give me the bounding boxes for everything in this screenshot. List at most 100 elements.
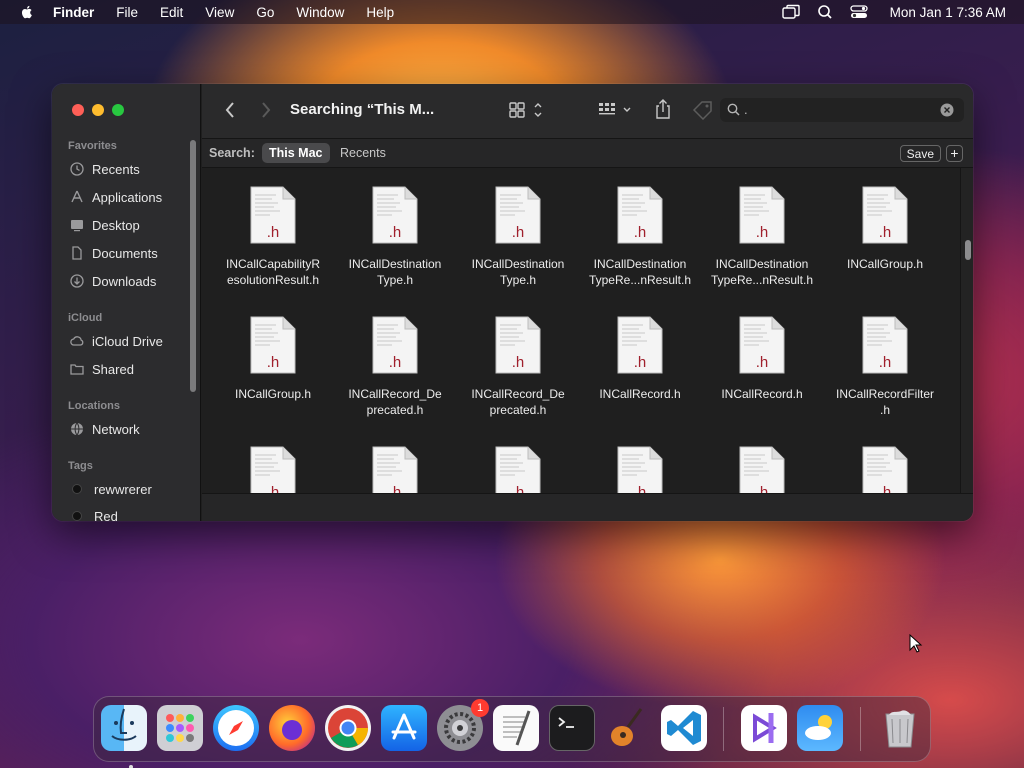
save-search-button[interactable]: Save bbox=[899, 145, 941, 162]
file-extension-label: .h bbox=[267, 484, 280, 493]
dock-weather-icon[interactable] bbox=[797, 705, 843, 751]
view-mode-grid-icon[interactable] bbox=[509, 101, 545, 119]
add-criteria-button[interactable]: + bbox=[946, 145, 963, 162]
toolbar: Searching “This M... . bbox=[202, 84, 973, 138]
sidebar-scrollbar[interactable] bbox=[190, 140, 196, 392]
search-scope-bar: Search: This Mac Recents Save + bbox=[202, 138, 973, 168]
desktop-icon bbox=[71, 220, 83, 232]
sidebar-item-network[interactable]: Network bbox=[70, 419, 140, 439]
dock-chrome-icon[interactable] bbox=[325, 705, 371, 751]
file-extension-label: .h bbox=[512, 224, 525, 241]
file-grid-scrollbar[interactable] bbox=[960, 168, 973, 493]
applications-icon bbox=[71, 190, 83, 203]
menu-app-name[interactable]: Finder bbox=[53, 5, 94, 20]
minimize-button[interactable] bbox=[92, 104, 104, 116]
dock-launchpad-icon[interactable] bbox=[157, 705, 203, 751]
file-name: INCallRecord_De precated.h bbox=[335, 386, 455, 418]
dock-visual-studio-icon[interactable] bbox=[741, 705, 787, 751]
share-icon[interactable] bbox=[654, 98, 672, 120]
sidebar-item-applications[interactable]: Applications bbox=[70, 187, 162, 207]
sidebar-item-label: iCloud Drive bbox=[92, 333, 163, 349]
file-extension-label: .h bbox=[512, 354, 525, 371]
scope-recents-button[interactable]: Recents bbox=[333, 143, 393, 163]
sidebar-item-label: Applications bbox=[92, 189, 163, 205]
menu-help[interactable]: Help bbox=[366, 5, 394, 20]
control-center-icon[interactable] bbox=[850, 4, 868, 20]
file-name-line: TypeRe...nResult.h bbox=[710, 273, 814, 287]
dock-terminal-icon[interactable] bbox=[549, 705, 595, 751]
header-file-icon: .h bbox=[495, 186, 541, 244]
sidebar-tag-red[interactable]: Red bbox=[70, 506, 118, 521]
dock-finder-icon[interactable] bbox=[101, 705, 147, 768]
sidebar-item-label: Recents bbox=[92, 161, 140, 177]
dock-safari-icon[interactable] bbox=[213, 705, 259, 751]
file-extension-label: .h bbox=[634, 484, 647, 493]
cloud-icon bbox=[70, 336, 84, 346]
dock-trash-icon[interactable] bbox=[877, 705, 923, 751]
file-name: INCallRecord_De precated.h bbox=[458, 386, 578, 418]
file-extension-label: .h bbox=[389, 484, 402, 493]
file-extension-label: .h bbox=[879, 354, 892, 371]
menu-view[interactable]: View bbox=[205, 5, 234, 20]
document-icon bbox=[72, 246, 82, 260]
sidebar-item-label: Documents bbox=[92, 245, 158, 261]
header-file-icon: .h bbox=[372, 446, 418, 493]
sidebar-section-tags: Tags bbox=[68, 460, 93, 472]
sidebar-section-locations: Locations bbox=[68, 400, 120, 412]
file-extension-label: .h bbox=[879, 224, 892, 241]
file-name-line: INCallDestination bbox=[715, 257, 809, 271]
clear-search-icon[interactable] bbox=[940, 103, 954, 117]
dock-system-settings-icon[interactable]: 1 bbox=[437, 699, 489, 751]
dock-app-store-icon[interactable] bbox=[381, 705, 427, 751]
forward-button[interactable] bbox=[260, 101, 272, 119]
file-name-line: precated.h bbox=[489, 403, 547, 417]
apple-icon[interactable] bbox=[19, 4, 35, 20]
menu-clock[interactable]: Mon Jan 1 7:36 AM bbox=[890, 5, 1006, 20]
file-name: INCallDestination Type.h bbox=[335, 256, 455, 288]
file-name-line: esolutionResult.h bbox=[226, 273, 320, 287]
chrome-icon bbox=[328, 708, 368, 748]
file-extension-label: .h bbox=[756, 354, 769, 371]
sidebar-item-documents[interactable]: Documents bbox=[70, 243, 158, 263]
file-name-line: Type.h bbox=[499, 273, 537, 287]
close-button[interactable] bbox=[72, 104, 84, 116]
back-button[interactable] bbox=[224, 101, 236, 119]
header-file-icon: .h bbox=[495, 316, 541, 374]
screen-mirroring-icon[interactable] bbox=[781, 4, 800, 20]
dock-garageband-icon[interactable] bbox=[605, 705, 651, 751]
sidebar-item-desktop[interactable]: Desktop bbox=[70, 215, 140, 235]
sidebar-item-downloads[interactable]: Downloads bbox=[70, 271, 156, 291]
sidebar-section-icloud: iCloud bbox=[68, 312, 103, 324]
file-name-line: INCallDestination bbox=[471, 257, 565, 271]
compass-icon bbox=[218, 710, 254, 746]
maximize-button[interactable] bbox=[112, 104, 124, 116]
firefox-globe-icon bbox=[282, 720, 302, 740]
dock-firefox-icon[interactable] bbox=[269, 705, 315, 751]
menu-go[interactable]: Go bbox=[256, 5, 274, 20]
file-name-line: TypeRe...nResult.h bbox=[588, 273, 692, 287]
file-name-line: INCallRecordFilter bbox=[835, 387, 935, 401]
search-input[interactable]: . bbox=[720, 98, 964, 122]
file-extension-label: .h bbox=[879, 484, 892, 493]
sidebar-tag-rewwrerer[interactable]: rewwrerer bbox=[70, 479, 152, 499]
dock-textedit-icon[interactable] bbox=[493, 705, 539, 751]
menu-edit[interactable]: Edit bbox=[160, 5, 183, 20]
sidebar-item-shared[interactable]: Shared bbox=[70, 359, 134, 379]
scope-this-mac-button[interactable]: This Mac bbox=[262, 143, 330, 163]
file-name: INCallDestination TypeRe...nResult.h bbox=[702, 256, 822, 288]
file-name: INCallRecord.h bbox=[580, 386, 700, 402]
group-by-icon[interactable] bbox=[598, 101, 634, 119]
header-file-icon: .h bbox=[372, 316, 418, 374]
menu-window[interactable]: Window bbox=[296, 5, 344, 20]
file-grid: .h INCallCapabilityR esolutionResult.h .h IN… bbox=[202, 168, 962, 493]
tag-icon[interactable] bbox=[692, 100, 714, 120]
scrollbar-thumb[interactable] bbox=[965, 240, 971, 260]
sidebar-item-recents[interactable]: Recents bbox=[70, 159, 140, 179]
file-extension-label: .h bbox=[512, 484, 525, 493]
cloud-sun-icon bbox=[805, 715, 832, 740]
sidebar-item-icloud-drive[interactable]: iCloud Drive bbox=[70, 331, 163, 351]
spotlight-icon[interactable] bbox=[816, 4, 834, 20]
sidebar-item-label: rewwrerer bbox=[94, 481, 152, 497]
menu-file[interactable]: File bbox=[116, 5, 138, 20]
dock-vscode-icon[interactable] bbox=[661, 705, 707, 751]
